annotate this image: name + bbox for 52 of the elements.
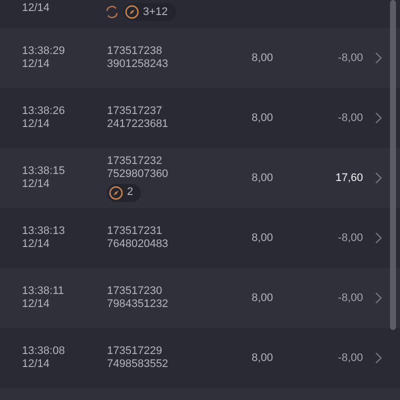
list-row[interactable]: 13:38:29 12/14 173517238 3901258243 8,00 -8,00	[0, 28, 400, 88]
scrollbar[interactable]	[390, 0, 396, 330]
chevron-right-icon	[375, 232, 383, 244]
id-text: 173517232	[107, 154, 164, 168]
stake-text: 8,00	[250, 50, 273, 66]
result-text: 17,60	[334, 170, 363, 186]
bonus-badge: 3+12	[123, 3, 176, 21]
chevron-right-icon	[375, 352, 383, 364]
time-text: 13:38:29	[22, 45, 66, 58]
chevron-right-icon	[375, 112, 383, 124]
time-text: 13:38:08	[22, 345, 66, 358]
time-text: 13:38:13	[22, 225, 66, 238]
code-text: 7984351232	[107, 298, 170, 311]
stake-text: 8,00	[250, 110, 273, 126]
chevron-right-icon	[375, 52, 383, 64]
stake-text: 8,00	[250, 350, 273, 366]
date-text: 12/14	[22, 298, 51, 311]
result-text: -8,00	[336, 230, 363, 246]
stake-text: 8,00	[250, 290, 273, 306]
id-text: 173517238	[107, 45, 164, 58]
refresh-icon	[105, 5, 119, 19]
date-text: 12/14	[22, 58, 51, 71]
id-text: 173517231	[107, 225, 164, 238]
date-text: 12/14	[22, 238, 51, 251]
bonus-badge: 2	[107, 184, 142, 202]
stake-text: 8,00	[250, 230, 273, 246]
id-text: 173517237	[107, 105, 164, 118]
code-text: 7648020483	[107, 238, 170, 251]
code-text: 2417223681	[107, 118, 170, 131]
result-text: -8,00	[336, 50, 363, 66]
code-text: 3901258243	[107, 58, 170, 71]
result-text: -8,00	[336, 350, 363, 366]
id-text: 173517230	[107, 285, 164, 298]
date-text: 12/14	[22, 118, 51, 131]
list-row[interactable]: 13:38:15 12/14 173517232 7529807360 2 8,00 17,60	[0, 148, 400, 208]
id-text: 173517229	[107, 345, 164, 358]
code-text: 7529807360	[107, 168, 170, 180]
chevron-right-icon	[375, 292, 383, 304]
date-text: 12/14	[22, 178, 51, 191]
list-row[interactable]: 13:38:11 12/14 173517230 7984351232 8,00 -8,00	[0, 268, 400, 328]
result-text: -8,00	[336, 290, 363, 306]
time-text: 13:38:26	[22, 105, 66, 118]
date-text: 12/14	[22, 358, 51, 371]
compass-icon	[125, 5, 139, 19]
result-text: -8,00	[336, 110, 363, 126]
time-text: 13:38:15	[22, 165, 66, 178]
compass-icon	[109, 186, 123, 200]
date-text: 12/14	[22, 1, 51, 16]
stake-text: 8,00	[250, 170, 273, 186]
chevron-right-icon	[375, 172, 383, 184]
time-text: 13:38:11	[22, 285, 66, 298]
code-text: 7498583552	[107, 358, 170, 371]
